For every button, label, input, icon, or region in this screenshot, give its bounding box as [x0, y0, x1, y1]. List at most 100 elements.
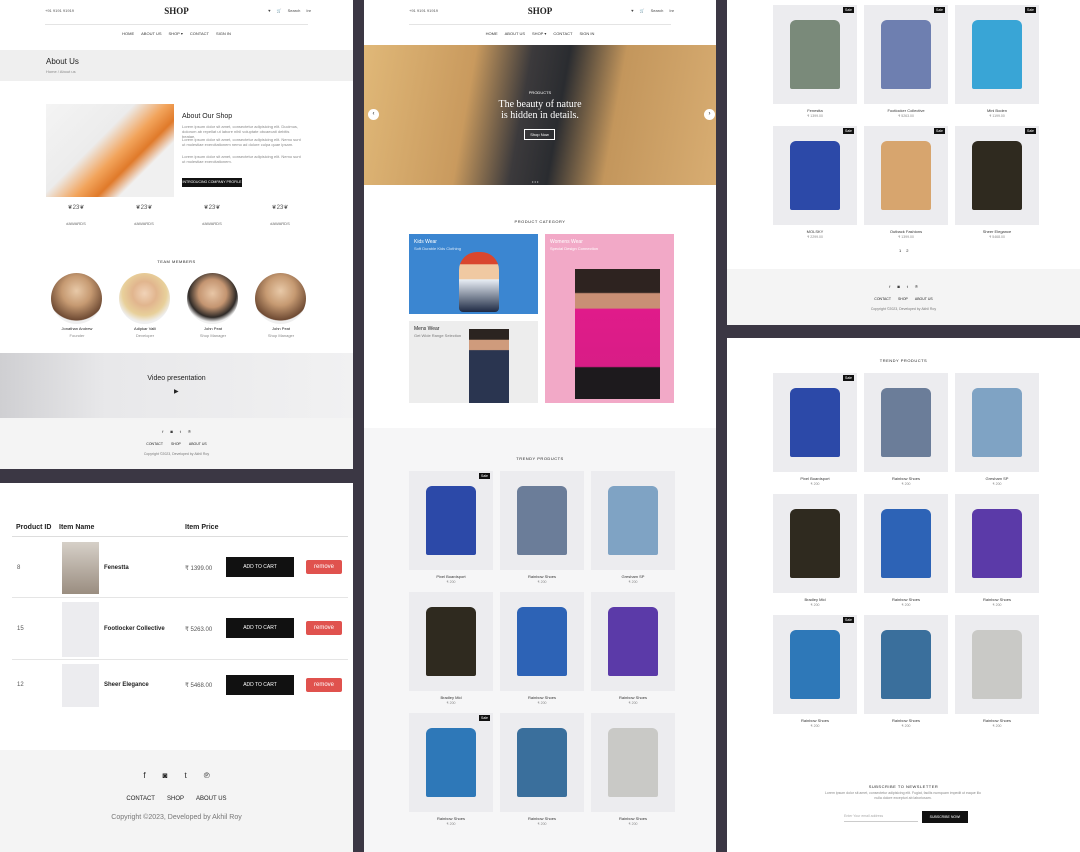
product-card[interactable]: Sale — [955, 126, 1039, 225]
product-name[interactable]: Rainbow Shoes — [955, 718, 1039, 723]
remove-button[interactable]: remove — [306, 621, 342, 635]
pinterest-icon[interactable]: ℗ — [204, 771, 210, 780]
product-name[interactable]: Rainbow Shoes — [773, 718, 857, 723]
play-icon[interactable]: ▶ — [174, 388, 179, 395]
product-name[interactable]: Fenestta — [773, 108, 857, 113]
product-card[interactable]: Sale — [409, 471, 493, 570]
facebook-icon[interactable]: f — [162, 429, 163, 434]
product-name[interactable]: Sheer Elegance — [955, 229, 1039, 234]
category-mens[interactable]: Mens Wear Get Wide Range Selection — [409, 321, 538, 403]
breadcrumb[interactable]: Home / About us — [46, 69, 76, 74]
twitter-icon[interactable]: t — [180, 429, 181, 434]
company-profile-button[interactable]: INTRODUCING COMPANY PROFILE — [182, 178, 242, 187]
nav-shop[interactable]: SHOP ▾ — [532, 31, 546, 36]
product-name[interactable]: Gresham SP — [955, 476, 1039, 481]
add-to-cart-button[interactable]: ADD TO CART — [226, 557, 294, 577]
currency-select[interactable]: Inr — [669, 8, 674, 13]
product-name[interactable]: Rainbow Shoes — [409, 816, 493, 821]
category-kids[interactable]: Kids Wear Soft Durable Kids Clothing — [409, 234, 538, 314]
prev-slide-icon[interactable]: ‹ — [368, 109, 379, 120]
next-slide-icon[interactable]: › — [704, 109, 715, 120]
currency-select[interactable]: Inr — [306, 8, 311, 13]
footer-link-about[interactable]: ABOUT US — [196, 796, 227, 802]
subscribe-button[interactable]: SUBSCRIBE NOW! — [922, 811, 968, 823]
product-card[interactable] — [773, 494, 857, 593]
product-card[interactable] — [864, 373, 948, 472]
product-name[interactable]: Rainbow Shoes — [591, 695, 675, 700]
product-name[interactable]: Pixel Boardsport — [773, 476, 857, 481]
category-womens[interactable]: Womens Wear Special Design Connection — [545, 234, 674, 403]
footer-link-shop[interactable]: SHOP — [167, 796, 184, 802]
search-link[interactable]: Search — [651, 8, 664, 13]
product-name[interactable]: Pixel Boardsport — [409, 574, 493, 579]
twitter-icon[interactable]: t — [907, 284, 908, 289]
search-link[interactable]: Search — [288, 8, 301, 13]
footer-link-about[interactable]: ABOUT US — [189, 442, 207, 446]
cart-icon[interactable]: 🛒 — [640, 8, 645, 13]
nav-home[interactable]: HOME — [122, 31, 134, 36]
product-card[interactable] — [864, 494, 948, 593]
product-card[interactable]: Sale — [864, 5, 948, 104]
product-name[interactable]: Bradley Mid — [409, 695, 493, 700]
facebook-icon[interactable]: f — [889, 284, 890, 289]
product-card[interactable] — [591, 592, 675, 691]
nav-signin[interactable]: SIGN IN — [216, 31, 231, 36]
product-card[interactable] — [409, 592, 493, 691]
footer-link-about[interactable]: ABOUT US — [915, 297, 933, 301]
nav-about[interactable]: ABOUT US — [505, 31, 525, 36]
heart-icon[interactable]: ♥ — [631, 8, 633, 13]
product-name[interactable]: Rainbow Shoes — [500, 695, 584, 700]
nav-shop[interactable]: SHOP ▾ — [169, 31, 183, 36]
product-card[interactable] — [864, 615, 948, 714]
product-card[interactable] — [955, 373, 1039, 472]
add-to-cart-button[interactable]: ADD TO CART — [226, 618, 294, 638]
nav-contact[interactable]: CONTACT — [553, 31, 572, 36]
nav-home[interactable]: HOME — [486, 31, 498, 36]
instagram-icon[interactable]: ◙ — [170, 429, 172, 434]
remove-button[interactable]: remove — [306, 678, 342, 692]
product-card[interactable] — [500, 471, 584, 570]
product-card[interactable]: Sale — [955, 5, 1039, 104]
footer-link-contact[interactable]: CONTACT — [146, 442, 163, 446]
product-name[interactable]: Outback Fashions — [864, 229, 948, 234]
product-card[interactable]: Sale — [409, 713, 493, 812]
product-name[interactable]: Rainbow Shoes — [955, 597, 1039, 602]
footer-link-contact[interactable]: CONTACT — [126, 796, 155, 802]
nav-about[interactable]: ABOUT US — [141, 31, 161, 36]
nav-signin[interactable]: SIGN IN — [579, 31, 594, 36]
page-2[interactable]: 2 — [906, 248, 908, 253]
product-card[interactable]: Sale — [773, 5, 857, 104]
product-name[interactable]: Mini Boden — [955, 108, 1039, 113]
newsletter-email-input[interactable]: Enter Your email address — [844, 811, 918, 822]
footer-link-shop[interactable]: SHOP — [898, 297, 908, 301]
remove-button[interactable]: remove — [306, 560, 342, 574]
pinterest-icon[interactable]: ℗ — [915, 284, 918, 289]
product-name[interactable]: MOLSKY — [773, 229, 857, 234]
instagram-icon[interactable]: ◙ — [163, 771, 168, 780]
product-name[interactable]: Rainbow Shoes — [500, 816, 584, 821]
nav-contact[interactable]: CONTACT — [190, 31, 209, 36]
pinterest-icon[interactable]: ℗ — [188, 429, 191, 434]
cart-icon[interactable]: 🛒 — [277, 8, 282, 13]
product-card[interactable] — [500, 592, 584, 691]
product-name[interactable]: Footlocker Collective — [864, 108, 948, 113]
product-name[interactable]: Bradley Mid — [773, 597, 857, 602]
product-name[interactable]: Rainbow Shoes — [864, 476, 948, 481]
facebook-icon[interactable]: f — [143, 771, 145, 780]
product-name[interactable]: Rainbow Shoes — [864, 597, 948, 602]
twitter-icon[interactable]: t — [184, 771, 186, 780]
product-name[interactable]: Rainbow Shoes — [591, 816, 675, 821]
product-name[interactable]: Rainbow Shoes — [864, 718, 948, 723]
instagram-icon[interactable]: ◙ — [897, 284, 899, 289]
product-name[interactable]: Rainbow Shoes — [500, 574, 584, 579]
product-card[interactable] — [591, 713, 675, 812]
heart-icon[interactable]: ♥ — [268, 8, 270, 13]
product-card[interactable] — [500, 713, 584, 812]
footer-link-contact[interactable]: CONTACT — [874, 297, 891, 301]
product-card[interactable]: Sale — [773, 373, 857, 472]
page-1[interactable]: 1 — [899, 248, 901, 253]
shop-now-button[interactable]: Shop Now — [524, 129, 555, 140]
product-name[interactable]: Gresham SP — [591, 574, 675, 579]
product-card[interactable]: Sale — [773, 126, 857, 225]
product-card[interactable] — [955, 615, 1039, 714]
